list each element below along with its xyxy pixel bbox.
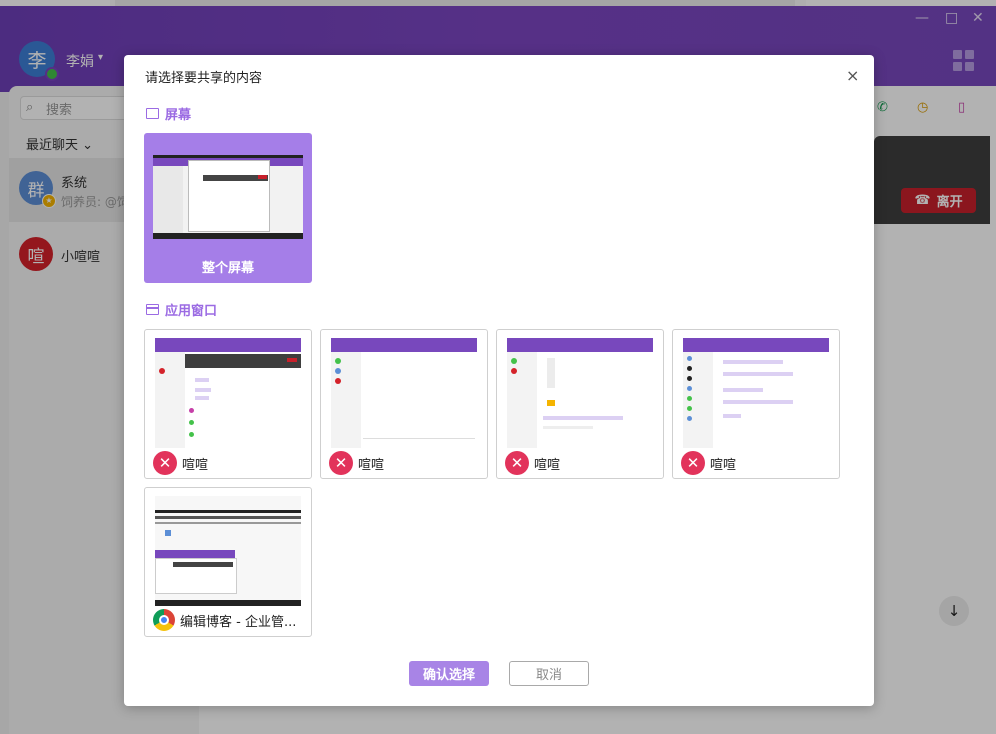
confirm-button[interactable]: 确认选择: [409, 661, 489, 686]
xuanxuan-icon: ✕: [681, 451, 705, 475]
window-option[interactable]: ✕ 喧喧: [144, 329, 312, 479]
window-label-row: ✕ 喧喧: [329, 451, 384, 475]
close-icon[interactable]: ×: [846, 66, 859, 85]
window-thumbnail: [507, 338, 653, 448]
monitor-icon: [146, 108, 159, 119]
window-label-row: ✕ 喧喧: [681, 451, 736, 475]
chrome-icon: [153, 609, 175, 631]
window-option[interactable]: 编辑博客 - 企业管...: [144, 487, 312, 637]
screen-thumbnail: [153, 155, 303, 239]
share-content-dialog: 请选择要共享的内容 × 屏幕 整个屏幕 应用窗口 ✕ 喧喧 ✕ 喧喧 ✕ 喧喧 …: [124, 55, 874, 706]
window-option[interactable]: ✕ 喧喧: [320, 329, 488, 479]
window-label-row: ✕ 喧喧: [505, 451, 560, 475]
window-label: 喧喧: [182, 457, 209, 473]
window-option[interactable]: ✕ 喧喧: [672, 329, 840, 479]
entire-screen-label: 整个屏幕: [201, 261, 254, 276]
xuanxuan-icon: ✕: [153, 451, 177, 475]
window-thumbnail: [683, 338, 829, 448]
window-thumbnail: [331, 338, 477, 448]
window-label: 喧喧: [358, 457, 385, 473]
xuanxuan-icon: ✕: [329, 451, 353, 475]
xuanxuan-icon: ✕: [505, 451, 529, 475]
window-label-row: ✕ 喧喧: [153, 451, 208, 475]
window-icon: [146, 304, 159, 315]
window-section-header: 应用窗口: [146, 300, 217, 319]
window-thumbnail: [155, 496, 301, 606]
screen-section-header: 屏幕: [146, 104, 191, 123]
window-label-row: 编辑博客 - 企业管...: [153, 609, 296, 631]
window-label: 喧喧: [534, 457, 561, 473]
entire-screen-option[interactable]: 整个屏幕: [144, 133, 312, 283]
window-thumbnail: [155, 338, 301, 448]
window-label: 喧喧: [710, 457, 737, 473]
window-option[interactable]: ✕ 喧喧: [496, 329, 664, 479]
screen-section-label: 屏幕: [165, 108, 192, 123]
window-label: 编辑博客 - 企业管...: [180, 614, 297, 630]
dialog-title: 请选择要共享的内容: [145, 71, 263, 86]
cancel-button[interactable]: 取消: [509, 661, 589, 686]
window-section-label: 应用窗口: [165, 304, 218, 319]
